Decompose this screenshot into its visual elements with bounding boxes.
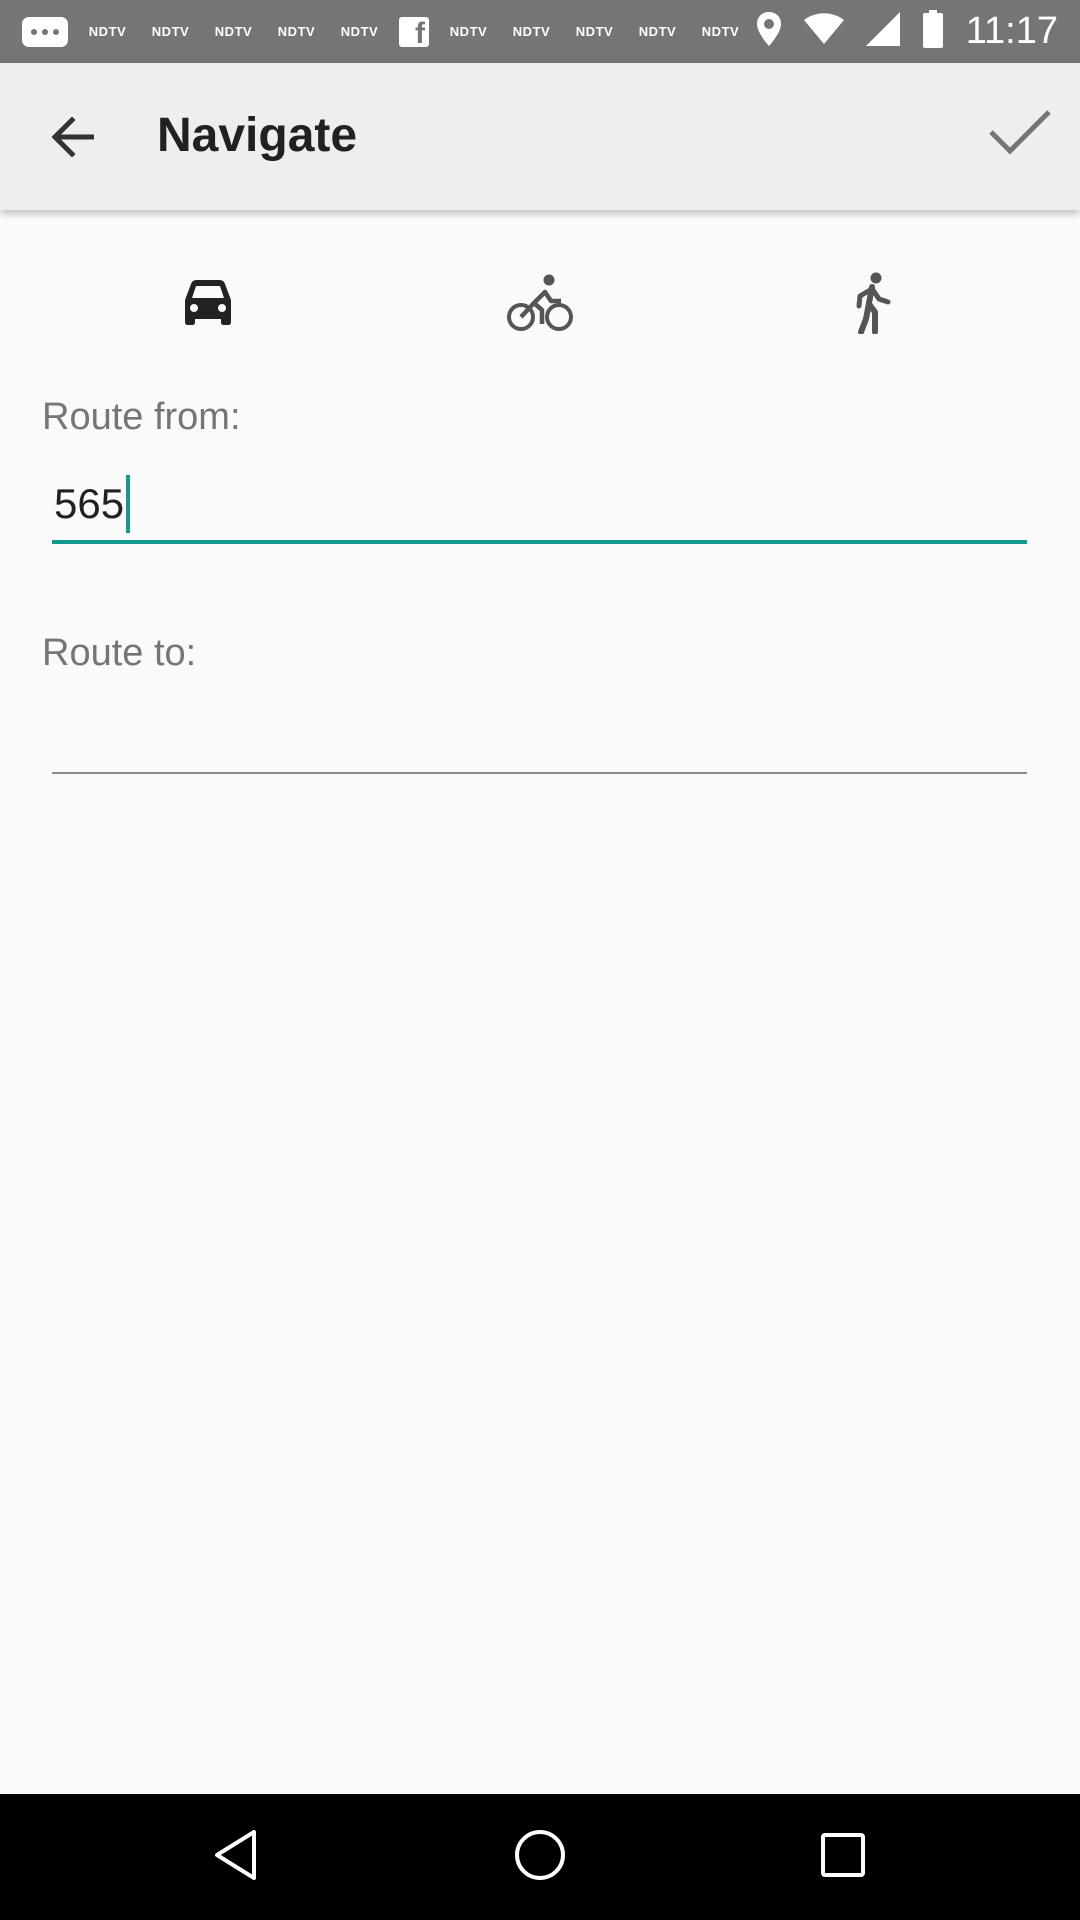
ndtv-notification-icon: NDTV bbox=[449, 24, 488, 39]
notification-area: NDTV NDTV NDTV NDTV NDTV f NDTV NDTV NDT… bbox=[22, 0, 744, 63]
route-from-input[interactable]: 565 bbox=[52, 468, 1027, 544]
nav-back-button[interactable] bbox=[196, 1817, 276, 1897]
ndtv-notification-icon: NDTV bbox=[214, 24, 253, 39]
confirm-button[interactable] bbox=[980, 94, 1060, 174]
text-cursor bbox=[126, 475, 131, 533]
nav-back-icon bbox=[213, 1829, 259, 1886]
ndtv-notification-icon: NDTV bbox=[277, 24, 316, 39]
car-icon bbox=[182, 279, 234, 331]
nav-home-icon bbox=[514, 1829, 566, 1886]
mode-car-button[interactable] bbox=[148, 260, 268, 350]
mode-walk-button[interactable] bbox=[813, 260, 933, 350]
back-button[interactable] bbox=[34, 101, 110, 177]
ndtv-notification-icon: NDTV bbox=[151, 24, 190, 39]
walk-icon bbox=[851, 272, 895, 339]
chat-icon bbox=[22, 16, 68, 47]
check-icon bbox=[988, 108, 1052, 161]
nav-recents-icon bbox=[820, 1832, 866, 1883]
travel-mode-selector bbox=[0, 260, 1080, 350]
arrow-back-icon bbox=[50, 115, 95, 162]
status-time: 11:17 bbox=[965, 10, 1058, 52]
signal-icon bbox=[865, 12, 900, 51]
ndtv-notification-icon: NDTV bbox=[512, 24, 551, 39]
route-to-label: Route to: bbox=[42, 632, 197, 674]
facebook-icon: f bbox=[399, 16, 429, 47]
ndtv-notification-icon: NDTV bbox=[638, 24, 677, 39]
mode-bicycle-button[interactable] bbox=[480, 260, 600, 350]
nav-recents-button[interactable] bbox=[803, 1817, 883, 1897]
ndtv-notification-icon: NDTV bbox=[575, 24, 614, 39]
ndtv-notification-icon: NDTV bbox=[88, 24, 127, 39]
status-bar: NDTV NDTV NDTV NDTV NDTV f NDTV NDTV NDT… bbox=[0, 0, 1080, 63]
wifi-icon bbox=[803, 13, 844, 50]
nav-home-button[interactable] bbox=[500, 1817, 580, 1897]
app-bar: Navigate bbox=[0, 63, 1080, 210]
system-navigation-bar bbox=[0, 1794, 1080, 1920]
ndtv-notification-icon: NDTV bbox=[701, 24, 740, 39]
system-status-area: 11:17 bbox=[756, 0, 1058, 63]
route-from-label: Route from: bbox=[42, 396, 241, 438]
ndtv-notification-icon: NDTV bbox=[340, 24, 379, 39]
bicycle-icon bbox=[507, 274, 573, 337]
page-title: Navigate bbox=[157, 109, 358, 162]
location-icon bbox=[756, 11, 782, 52]
battery-icon bbox=[922, 10, 944, 53]
route-to-input[interactable] bbox=[52, 700, 1027, 774]
screen: NDTV NDTV NDTV NDTV NDTV f NDTV NDTV NDT… bbox=[0, 0, 1080, 1920]
route-from-value: 565 bbox=[54, 480, 125, 527]
